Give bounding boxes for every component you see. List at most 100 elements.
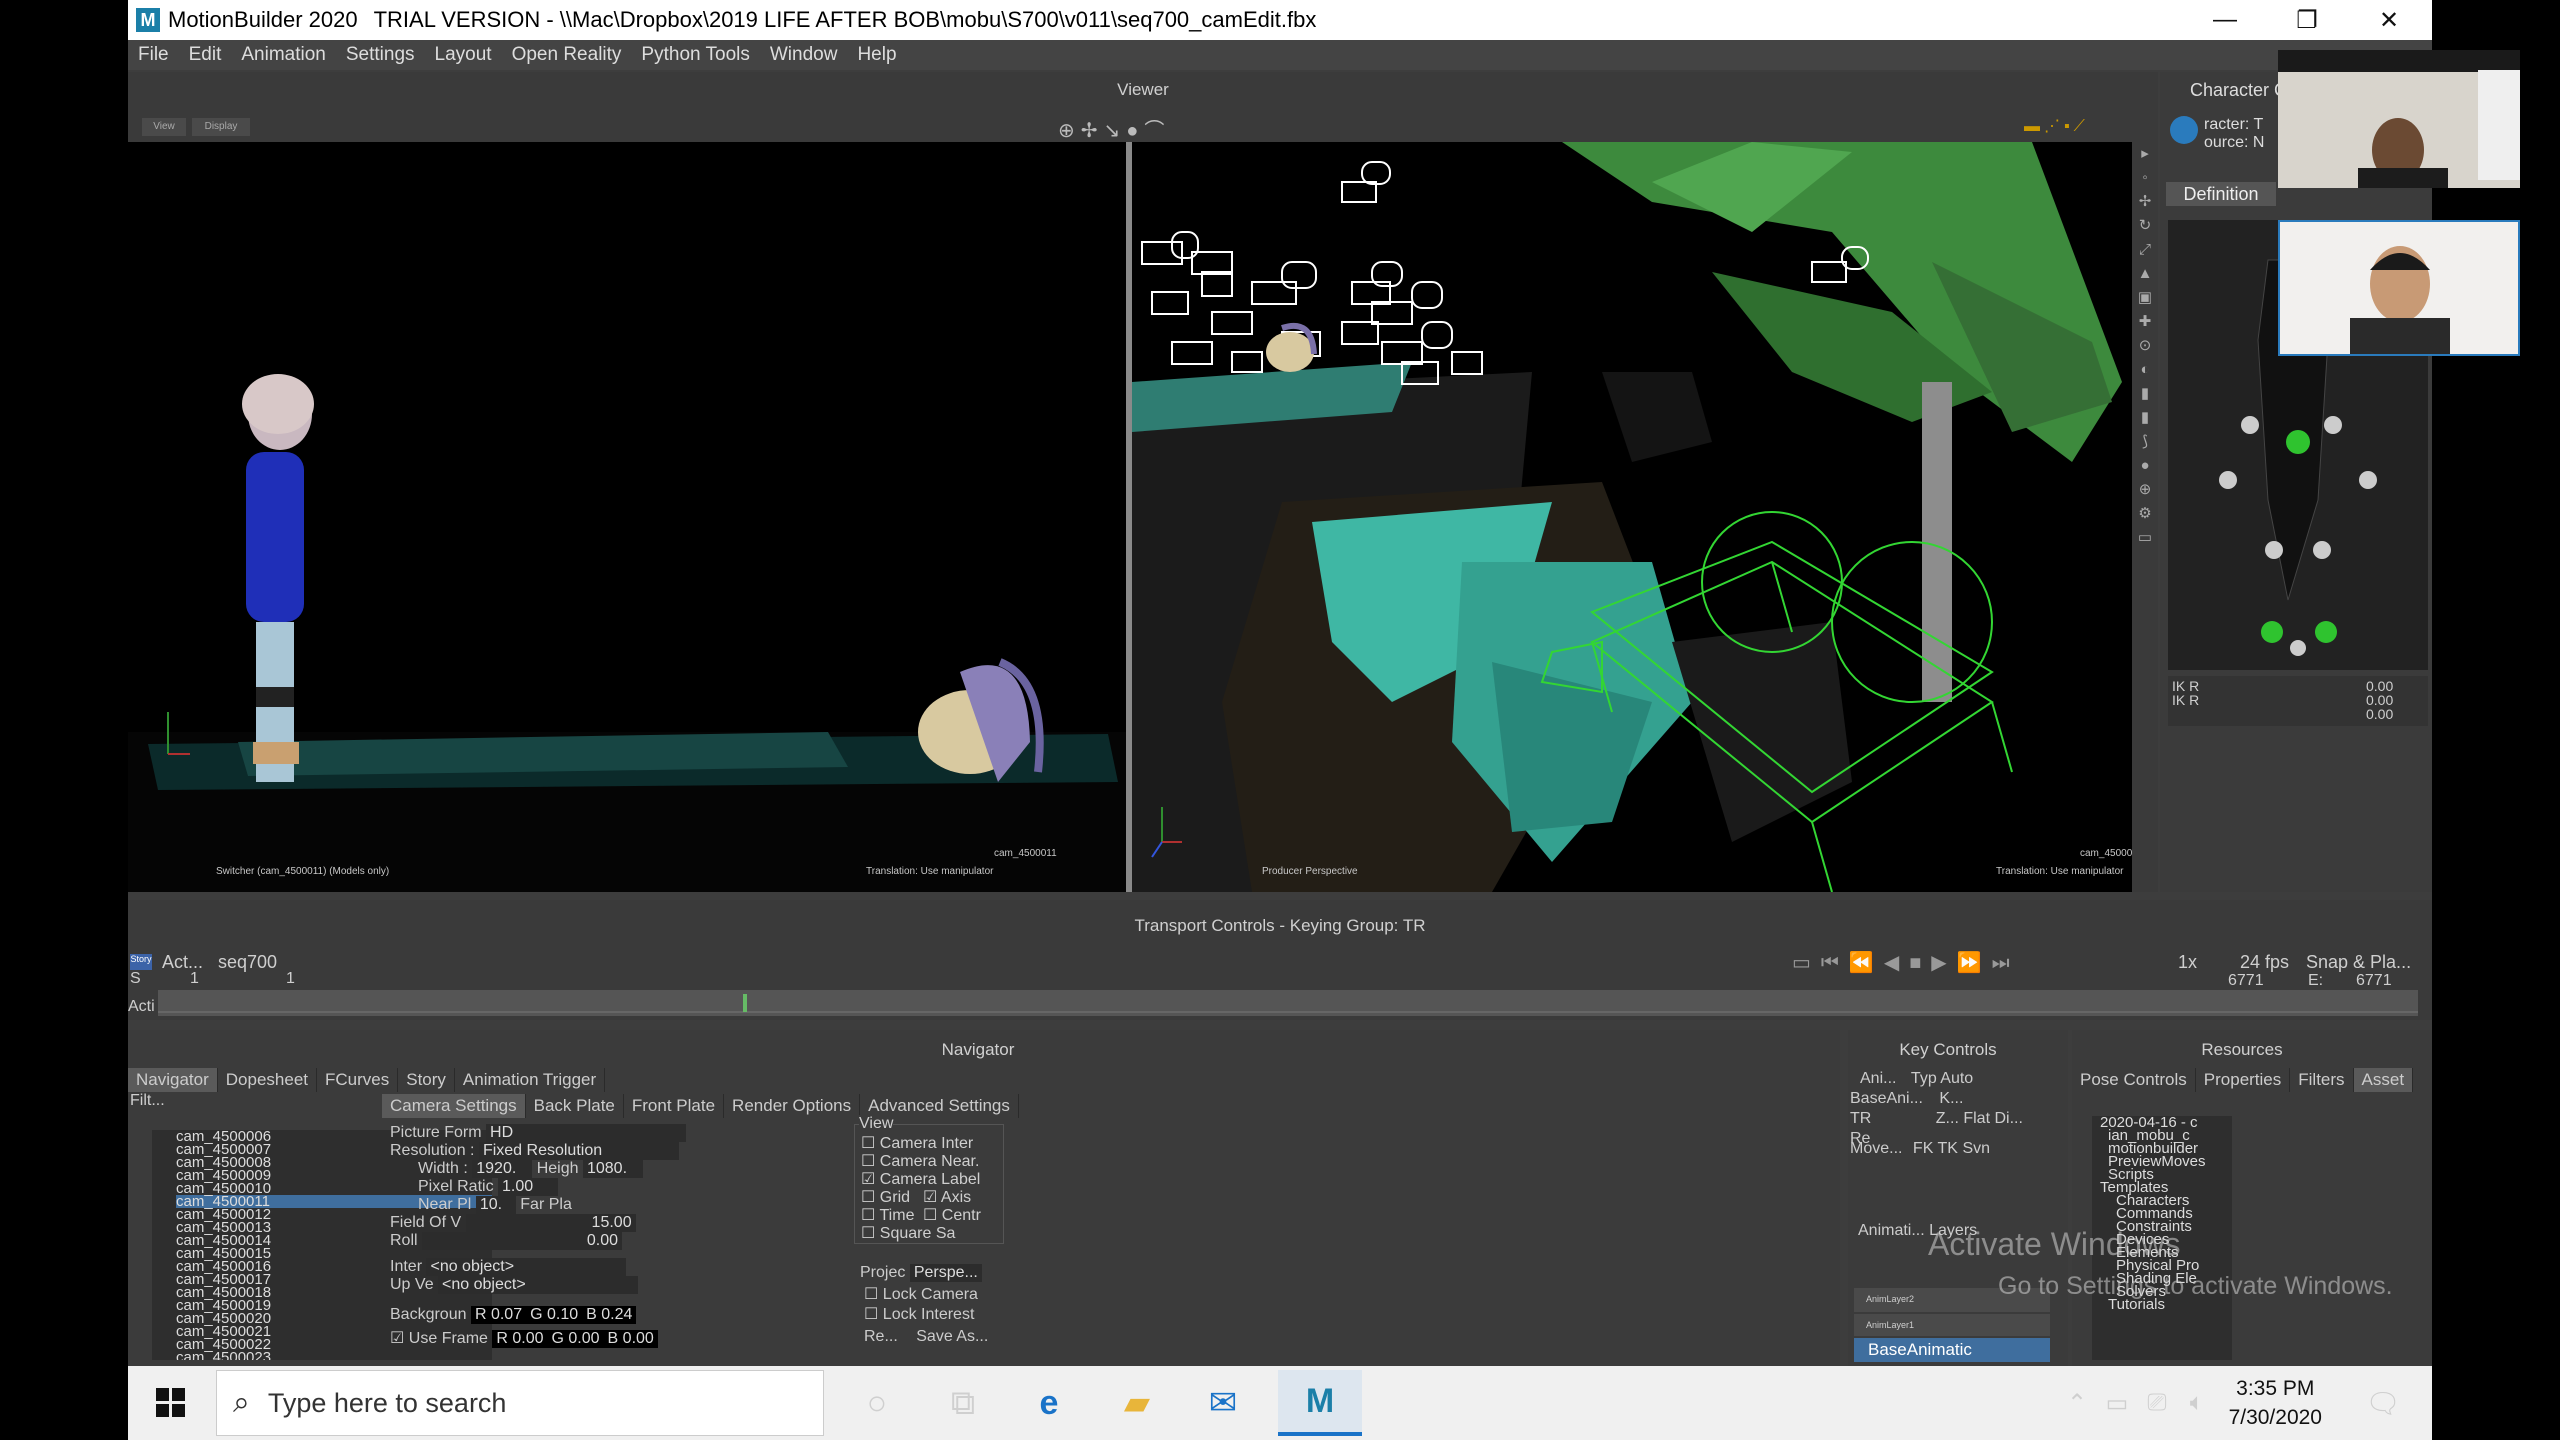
menu-animation[interactable]: Animation xyxy=(231,44,336,66)
close-button[interactable]: ✕ xyxy=(2348,0,2430,40)
reset-button[interactable]: Re... xyxy=(864,1328,898,1345)
definition-tab[interactable]: Definition xyxy=(2166,182,2276,206)
zero-label[interactable]: Z... xyxy=(1936,1110,1959,1127)
height-field[interactable]: 1080. xyxy=(582,1160,643,1178)
bg-b-field[interactable]: B 0.24 xyxy=(582,1306,637,1324)
width-field[interactable]: 1920. xyxy=(472,1160,533,1178)
viewport-camera-switcher[interactable]: Switcher (cam_4500011) (Models only) Tra… xyxy=(128,142,1126,892)
taskbar-search-box[interactable]: ⌕ Type here to search xyxy=(216,1370,824,1436)
tab-filters[interactable]: Filters xyxy=(2290,1068,2354,1092)
base-animation-layer[interactable]: BaseAnimatic xyxy=(1854,1338,2050,1362)
effector-hand-left[interactable] xyxy=(2241,416,2259,434)
transform-icon[interactable]: ⊕ xyxy=(1058,120,1081,142)
flat-select[interactable]: Flat Di... xyxy=(1963,1110,2023,1127)
story-badge[interactable]: Story xyxy=(130,954,152,970)
timeline-cursor[interactable] xyxy=(743,994,747,1012)
key-label[interactable]: K... xyxy=(1939,1090,1963,1107)
curve-icon[interactable]: ⟋ xyxy=(2074,118,2089,135)
filter-label[interactable]: Filt... xyxy=(130,1092,165,1110)
view-button[interactable]: View xyxy=(142,118,186,136)
resolution-select[interactable]: Fixed Resolution xyxy=(478,1142,679,1160)
restore-button[interactable]: ❐ xyxy=(2266,0,2348,40)
current-end-frame[interactable]: 6771 xyxy=(2228,972,2264,990)
fov-field[interactable]: 15.00 xyxy=(465,1214,636,1232)
square-safe-checkbox[interactable]: ☐ Square Sa xyxy=(861,1223,955,1243)
menu-python-tools[interactable]: Python Tools xyxy=(631,44,759,66)
system-clock[interactable]: 3:35 PM 7/30/2020 xyxy=(2229,1374,2322,1432)
manipulator-tools[interactable]: ⊕✢↘●⌒ xyxy=(1058,114,1170,143)
select-icon[interactable]: ↘ xyxy=(1104,120,1127,142)
file-explorer-icon[interactable]: ▰ xyxy=(1108,1374,1166,1432)
center-checkbox[interactable]: ☐ Centr xyxy=(923,1205,981,1225)
interest-field[interactable]: <no object> xyxy=(426,1258,627,1276)
tab-animation-trigger[interactable]: Animation Trigger xyxy=(455,1068,606,1092)
snap-mode[interactable]: Snap & Pla... xyxy=(2306,952,2411,973)
tab-back-plate[interactable]: Back Plate xyxy=(526,1094,624,1118)
cortana-icon[interactable]: ○ xyxy=(848,1374,906,1432)
tab-render-options[interactable]: Render Options xyxy=(724,1094,861,1118)
animation-mode[interactable]: Ani... xyxy=(1860,1070,1896,1087)
grid-checkbox[interactable]: ☐ Grid xyxy=(861,1187,910,1207)
start-button[interactable] xyxy=(128,1366,214,1440)
play-icon[interactable]: ▶ xyxy=(1931,952,1956,974)
base-animation-select[interactable]: BaseAni... xyxy=(1850,1090,1923,1107)
menu-edit[interactable]: Edit xyxy=(179,44,232,66)
effector-hips[interactable] xyxy=(2286,430,2310,454)
tab-navigator[interactable]: Navigator xyxy=(128,1068,218,1092)
uf-r-field[interactable]: R 0.00 xyxy=(492,1330,548,1348)
camera-interest-checkbox[interactable]: ☐ Camera Inter xyxy=(861,1133,973,1153)
menu-settings[interactable]: Settings xyxy=(336,44,425,66)
end-value[interactable]: 6771 xyxy=(2356,972,2392,990)
menu-layout[interactable]: Layout xyxy=(425,44,502,66)
type-select[interactable]: Auto xyxy=(1940,1070,1973,1087)
near-plane-field[interactable]: 10. xyxy=(475,1196,516,1214)
move-icon[interactable]: ✢ xyxy=(1081,120,1104,142)
playback-speed[interactable]: 1x xyxy=(2178,952,2197,973)
tab-front-plate[interactable]: Front Plate xyxy=(624,1094,725,1118)
character-icon[interactable] xyxy=(2170,116,2198,144)
next-key-icon[interactable]: ⏩ xyxy=(1957,952,1992,974)
pixel-ratio-field[interactable]: 1.00 xyxy=(498,1178,559,1196)
ik-sliders[interactable]: IK R IK R 0.00 0.00 0.00 xyxy=(2168,676,2428,726)
side-tool-icons[interactable]: ▸ ◦ ✢ ↻ ⤢ ▲ ▣ ✚ ⊙ ◐ ▮ ▮ ⟆ ● ⊕ ⚙ ▭ xyxy=(2132,142,2158,550)
camera-list-item[interactable]: cam_4500023 xyxy=(176,1350,492,1360)
take-selector[interactable]: seq700 xyxy=(218,952,277,973)
roll-field[interactable]: 0.00 xyxy=(422,1232,623,1250)
prev-key-icon[interactable]: ⏪ xyxy=(1849,952,1884,974)
keying-group-select[interactable]: TR xyxy=(1850,1110,1871,1127)
camera-label-checkbox[interactable]: ☑ Camera Label xyxy=(861,1169,980,1189)
timeline-slider[interactable] xyxy=(158,990,2418,1016)
volume-icon[interactable]: 🔈︎ xyxy=(2168,1374,2226,1432)
loop-icon[interactable]: ▭ xyxy=(1792,952,1821,974)
projection-select[interactable]: Perspe... xyxy=(909,1264,982,1282)
effector-foot-right[interactable] xyxy=(2315,621,2337,643)
uf-b-field[interactable]: B 0.00 xyxy=(603,1330,658,1348)
effector-foot-left[interactable] xyxy=(2261,621,2283,643)
viewer-right-tools[interactable]: ▬⋰▪⟋ xyxy=(2024,116,2089,136)
use-frame-checkbox[interactable]: ☑ xyxy=(390,1330,404,1347)
viewport-producer-perspective[interactable]: Producer Perspective Translation: Use ma… xyxy=(1132,142,2132,892)
menu-help[interactable]: Help xyxy=(847,44,906,66)
uf-g-field[interactable]: G 0.00 xyxy=(547,1330,604,1348)
task-view-icon[interactable]: ⧉ xyxy=(934,1374,992,1432)
effector-elbow-right[interactable] xyxy=(2359,471,2377,489)
render-icon[interactable]: ▬ xyxy=(2024,118,2044,135)
time-checkbox[interactable]: ☐ Time xyxy=(861,1205,914,1225)
bg-g-field[interactable]: G 0.10 xyxy=(526,1306,583,1324)
save-as-button[interactable]: Save As... xyxy=(916,1328,988,1345)
display-button[interactable]: Display xyxy=(192,118,250,136)
menu-open-reality[interactable]: Open Reality xyxy=(502,44,632,66)
tab-dopesheet[interactable]: Dopesheet xyxy=(218,1068,317,1092)
upvector-field[interactable]: <no object> xyxy=(438,1276,639,1294)
lock-interest-checkbox[interactable]: ☐ Lock Interest xyxy=(864,1304,974,1324)
picture-format-select[interactable]: HD xyxy=(486,1124,687,1142)
notifications-icon[interactable]: 🗨︎ xyxy=(2354,1374,2412,1432)
camera-near-checkbox[interactable]: ☐ Camera Near. xyxy=(861,1151,979,1171)
viewer-side-toolbar[interactable]: ▸ ◦ ✢ ↻ ⤢ ▲ ▣ ✚ ⊙ ◐ ▮ ▮ ⟆ ● ⊕ ⚙ ▭ xyxy=(2132,142,2158,892)
lock-camera-checkbox[interactable]: ☐ Lock Camera xyxy=(864,1284,978,1304)
tab-properties[interactable]: Properties xyxy=(2196,1068,2291,1092)
axis-checkbox[interactable]: ☑ Axis xyxy=(923,1187,971,1207)
minimize-button[interactable]: — xyxy=(2184,0,2266,40)
camera-icon[interactable]: ▪ xyxy=(2064,118,2074,135)
effector-knee-right[interactable] xyxy=(2313,541,2331,559)
